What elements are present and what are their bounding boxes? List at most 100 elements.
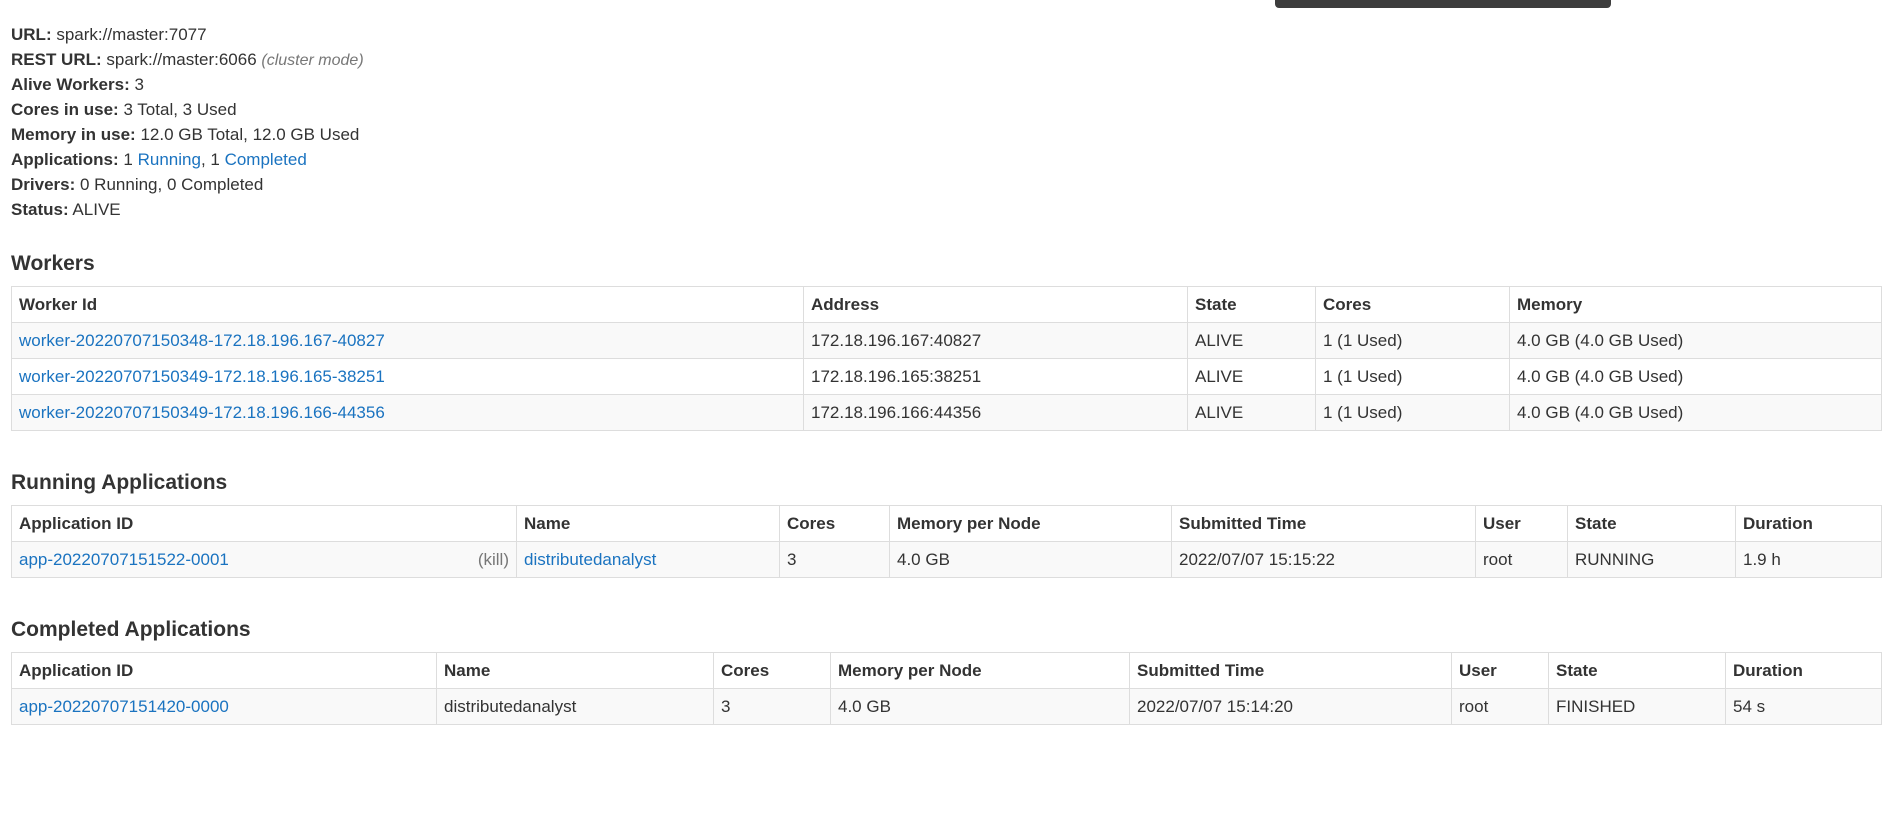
table-row: app-20220707151522-0001 (kill) distribut… — [11, 541, 1882, 578]
alive-workers-value: 3 — [134, 75, 144, 94]
cluster-summary: URL: spark://master:7077 REST URL: spark… — [11, 22, 1881, 222]
col-state[interactable]: State — [1187, 286, 1316, 323]
completed-apps-heading: Completed Applications — [11, 618, 251, 641]
master-page: URL: spark://master:7077 REST URL: spark… — [11, 22, 1882, 725]
applications-label: Applications: — [11, 150, 119, 169]
col-memory[interactable]: Memory — [1509, 286, 1882, 323]
worker-id-cell: worker-20220707150348-172.18.196.167-408… — [11, 322, 804, 359]
col-name[interactable]: Name — [516, 505, 780, 542]
summary-applications: Applications: 1 Running, 1 Completed — [11, 147, 1881, 172]
table-row: worker-20220707150349-172.18.196.165-382… — [11, 358, 1882, 395]
rest-url-note: (cluster mode) — [261, 52, 364, 69]
kill-link[interactable]: (kill) — [478, 550, 509, 570]
cores-value: 3 Total, 3 Used — [123, 100, 237, 119]
rest-url-value: spark://master:6066 — [106, 50, 257, 69]
app-id-cell: app-20220707151522-0001 (kill) — [11, 541, 517, 578]
completed-header-row: Application ID Name Cores Memory per Nod… — [11, 652, 1882, 689]
completed-apps-link[interactable]: Completed — [225, 150, 307, 169]
applications-separator: , 1 — [200, 150, 220, 169]
worker-id-cell: worker-20220707150349-172.18.196.166-443… — [11, 394, 804, 431]
alive-workers-label: Alive Workers: — [11, 75, 130, 94]
worker-memory: 4.0 GB (4.0 GB Used) — [1509, 322, 1882, 359]
app-state: FINISHED — [1548, 688, 1726, 725]
col-state[interactable]: State — [1567, 505, 1736, 542]
col-memory-per-node[interactable]: Memory per Node — [889, 505, 1172, 542]
running-apps-table: Application ID Name Cores Memory per Nod… — [11, 505, 1882, 578]
app-link[interactable]: app-20220707151522-0001 — [19, 550, 229, 569]
worker-address: 172.18.196.165:38251 — [803, 358, 1188, 395]
worker-memory: 4.0 GB (4.0 GB Used) — [1509, 358, 1882, 395]
col-cores[interactable]: Cores — [1315, 286, 1510, 323]
app-name-link[interactable]: distributedanalyst — [524, 550, 656, 569]
running-apps-link[interactable]: Running — [138, 150, 201, 169]
app-submitted: 2022/07/07 15:14:20 — [1129, 688, 1452, 725]
col-submitted-time[interactable]: Submitted Time — [1129, 652, 1452, 689]
app-memory: 4.0 GB — [889, 541, 1172, 578]
table-row: worker-20220707150349-172.18.196.166-443… — [11, 394, 1882, 431]
col-name[interactable]: Name — [436, 652, 714, 689]
summary-url: URL: spark://master:7077 — [11, 22, 1881, 47]
worker-state: ALIVE — [1187, 358, 1316, 395]
summary-alive-workers: Alive Workers: 3 — [11, 72, 1881, 97]
app-state: RUNNING — [1567, 541, 1736, 578]
worker-state: ALIVE — [1187, 394, 1316, 431]
worker-cores: 1 (1 Used) — [1315, 322, 1510, 359]
worker-cores: 1 (1 Used) — [1315, 394, 1510, 431]
worker-memory: 4.0 GB (4.0 GB Used) — [1509, 394, 1882, 431]
col-memory-per-node[interactable]: Memory per Node — [830, 652, 1130, 689]
top-overlay-bar — [1275, 0, 1611, 8]
col-application-id[interactable]: Application ID — [11, 505, 517, 542]
rest-url-label: REST URL: — [11, 50, 102, 69]
workers-heading: Workers — [11, 252, 95, 275]
app-cores: 3 — [713, 688, 831, 725]
col-duration[interactable]: Duration — [1735, 505, 1882, 542]
app-duration: 1.9 h — [1735, 541, 1882, 578]
summary-drivers: Drivers: 0 Running, 0 Completed — [11, 172, 1881, 197]
col-application-id[interactable]: Application ID — [11, 652, 437, 689]
col-cores[interactable]: Cores — [713, 652, 831, 689]
col-user[interactable]: User — [1475, 505, 1568, 542]
memory-value: 12.0 GB Total, 12.0 GB Used — [140, 125, 360, 144]
worker-address: 172.18.196.166:44356 — [803, 394, 1188, 431]
app-memory: 4.0 GB — [830, 688, 1130, 725]
app-id-cell: app-20220707151420-0000 — [11, 688, 437, 725]
app-cores: 3 — [779, 541, 890, 578]
worker-link[interactable]: worker-20220707150349-172.18.196.165-382… — [19, 367, 385, 386]
app-user: root — [1451, 688, 1549, 725]
running-header-row: Application ID Name Cores Memory per Nod… — [11, 505, 1882, 542]
completed-apps-table: Application ID Name Cores Memory per Nod… — [11, 652, 1882, 725]
app-user: root — [1475, 541, 1568, 578]
status-value: ALIVE — [72, 200, 121, 219]
app-name-cell: distributedanalyst — [516, 541, 780, 578]
worker-address: 172.18.196.167:40827 — [803, 322, 1188, 359]
app-duration: 54 s — [1725, 688, 1882, 725]
col-address[interactable]: Address — [803, 286, 1188, 323]
col-cores[interactable]: Cores — [779, 505, 890, 542]
url-value: spark://master:7077 — [56, 25, 207, 44]
url-label: URL: — [11, 25, 52, 44]
applications-running-count: 1 — [123, 150, 133, 169]
col-user[interactable]: User — [1451, 652, 1549, 689]
summary-rest-url: REST URL: spark://master:6066 (cluster m… — [11, 47, 1881, 72]
app-link[interactable]: app-20220707151420-0000 — [19, 697, 229, 716]
col-worker-id[interactable]: Worker Id — [11, 286, 804, 323]
summary-memory: Memory in use: 12.0 GB Total, 12.0 GB Us… — [11, 122, 1881, 147]
app-submitted: 2022/07/07 15:15:22 — [1171, 541, 1476, 578]
col-state[interactable]: State — [1548, 652, 1726, 689]
col-submitted-time[interactable]: Submitted Time — [1171, 505, 1476, 542]
cores-label: Cores in use: — [11, 100, 119, 119]
table-row: worker-20220707150348-172.18.196.167-408… — [11, 322, 1882, 359]
running-apps-heading: Running Applications — [11, 471, 228, 494]
status-label: Status: — [11, 200, 69, 219]
summary-cores: Cores in use: 3 Total, 3 Used — [11, 97, 1881, 122]
worker-link[interactable]: worker-20220707150349-172.18.196.166-443… — [19, 403, 385, 422]
table-row: app-20220707151420-0000 distributedanaly… — [11, 688, 1882, 725]
summary-status: Status: ALIVE — [11, 197, 1881, 222]
drivers-value: 0 Running, 0 Completed — [80, 175, 264, 194]
workers-table: Worker Id Address State Cores Memory wor… — [11, 286, 1882, 431]
worker-link[interactable]: worker-20220707150348-172.18.196.167-408… — [19, 331, 385, 350]
col-duration[interactable]: Duration — [1725, 652, 1882, 689]
worker-state: ALIVE — [1187, 322, 1316, 359]
drivers-label: Drivers: — [11, 175, 76, 194]
worker-id-cell: worker-20220707150349-172.18.196.165-382… — [11, 358, 804, 395]
